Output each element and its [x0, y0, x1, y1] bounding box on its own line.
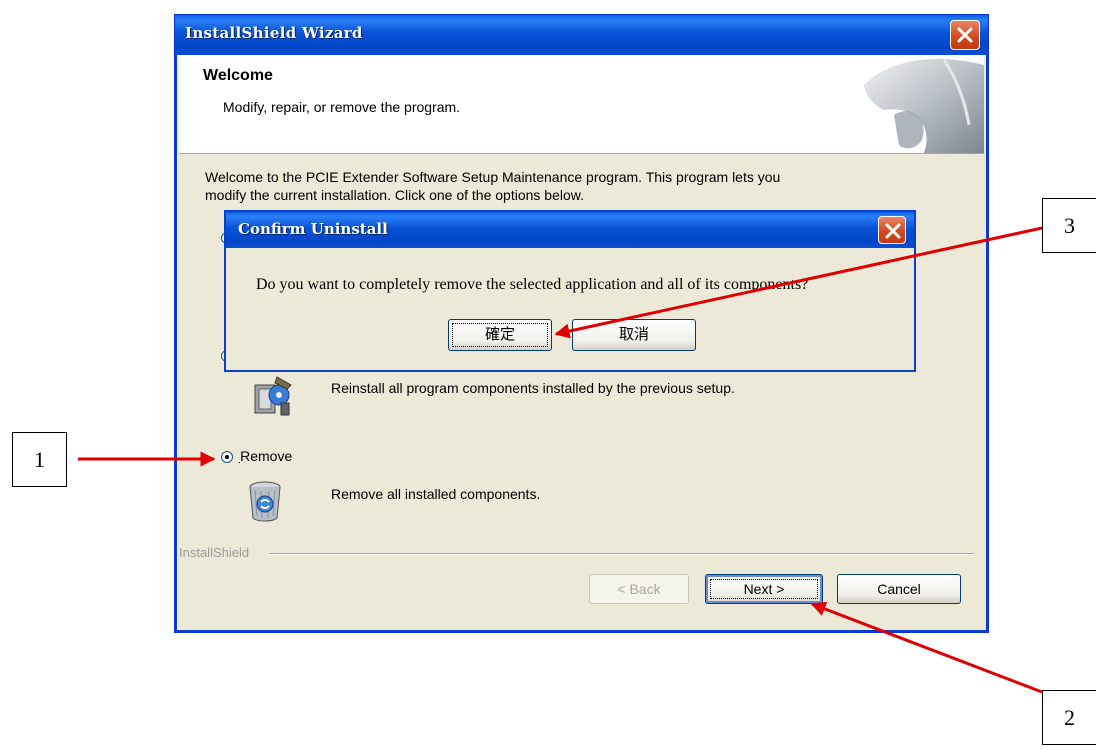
annotation-arrows — [78, 226, 1043, 694]
arrow-step-3 — [554, 226, 1043, 339]
arrow-step-2 — [810, 601, 1043, 694]
